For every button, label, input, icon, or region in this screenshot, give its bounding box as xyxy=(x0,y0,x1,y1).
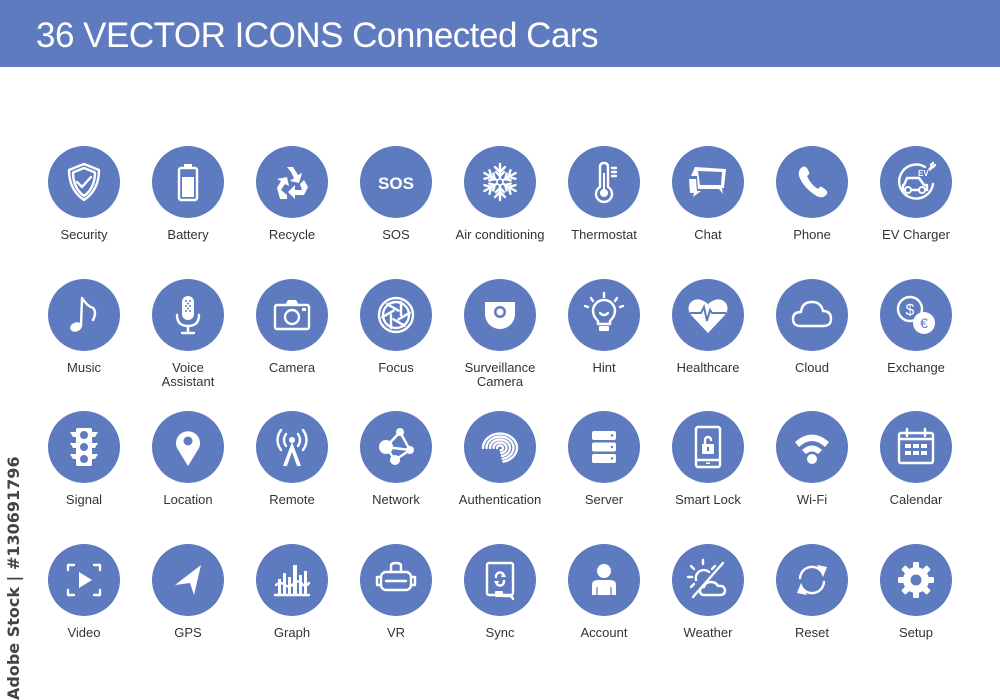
gear-icon xyxy=(880,544,952,616)
icon-tile-surveillance-camera: Surveillance Camera xyxy=(448,279,552,399)
icon-tile-recycle: Recycle xyxy=(240,146,344,266)
tablet-sync-icon xyxy=(464,544,536,616)
vr-headset-icon xyxy=(360,544,432,616)
phone-unlock-icon xyxy=(672,411,744,483)
icon-tile-exchange: $ € Exchange xyxy=(864,279,968,399)
icon-label: Exchange xyxy=(887,360,945,375)
icon-tile-ev-charger: EV EV Charger xyxy=(864,146,968,266)
camera-icon xyxy=(256,279,328,351)
icon-tile-hint: Hint xyxy=(552,279,656,399)
heart-pulse-icon xyxy=(672,279,744,351)
battery-icon xyxy=(152,146,224,218)
icon-tile-battery: Battery xyxy=(136,146,240,266)
map-pin-icon xyxy=(152,411,224,483)
shield-check-icon xyxy=(48,146,120,218)
icon-tile-thermostat: Thermostat xyxy=(552,146,656,266)
icon-tile-gps: GPS xyxy=(136,544,240,664)
lightbulb-icon xyxy=(568,279,640,351)
phone-handset-icon xyxy=(776,146,848,218)
icon-tile-air-conditioning: Air conditioning xyxy=(448,146,552,266)
music-note-icon xyxy=(48,279,120,351)
navigation-arrow-icon xyxy=(152,544,224,616)
icon-tile-smart-lock: Smart Lock xyxy=(656,411,760,531)
icon-tile-camera: Camera xyxy=(240,279,344,399)
icon-tile-signal: Signal xyxy=(32,411,136,531)
icon-tile-remote: Remote xyxy=(240,411,344,531)
user-icon xyxy=(568,544,640,616)
icon-tile-authentication: Authentication xyxy=(448,411,552,531)
server-stack-icon xyxy=(568,411,640,483)
icon-tile-setup: Setup xyxy=(864,544,968,664)
icon-grid: Security Battery Recycle SOS SOS Air conditio… xyxy=(0,0,1000,700)
bar-graph-icon xyxy=(256,544,328,616)
calendar-icon xyxy=(880,411,952,483)
icon-tile-security: Security xyxy=(32,146,136,266)
icon-tile-graph: Graph xyxy=(240,544,344,664)
recycle-icon xyxy=(256,146,328,218)
chat-bubbles-icon xyxy=(672,146,744,218)
network-nodes-icon xyxy=(360,411,432,483)
snowflake-icon xyxy=(464,146,536,218)
icon-tile-vr: VR xyxy=(344,544,448,664)
sos-icon: SOS xyxy=(360,146,432,218)
icon-tile-healthcare: Healthcare xyxy=(656,279,760,399)
icon-tile-music: Music xyxy=(32,279,136,399)
icon-tile-network: Network xyxy=(344,411,448,531)
icon-tile-calendar: Calendar xyxy=(864,411,968,531)
icon-tile-phone: Phone xyxy=(760,146,864,266)
icon-tile-sync: Sync xyxy=(448,544,552,664)
icon-tile-account: Account xyxy=(552,544,656,664)
dome-camera-icon xyxy=(464,279,536,351)
icon-tile-voice-assistant: Voice Assistant xyxy=(136,279,240,399)
video-play-icon xyxy=(48,544,120,616)
icon-tile-sos: SOS SOS xyxy=(344,146,448,266)
refresh-arrows-icon xyxy=(776,544,848,616)
currency-exchange-icon: $ € xyxy=(880,279,952,351)
icon-label: EV Charger xyxy=(882,227,950,242)
icon-tile-weather: Weather xyxy=(656,544,760,664)
traffic-light-icon xyxy=(48,411,120,483)
antenna-tower-icon xyxy=(256,411,328,483)
microphone-icon xyxy=(152,279,224,351)
icon-tile-reset: Reset xyxy=(760,544,864,664)
svg-text:$: $ xyxy=(906,302,915,319)
wifi-icon xyxy=(776,411,848,483)
svg-text:EV: EV xyxy=(918,169,929,178)
icon-tile-chat: Chat xyxy=(656,146,760,266)
icon-label: Calendar xyxy=(889,492,943,507)
icon-label: Setup xyxy=(899,625,933,640)
icon-tile-video: Video xyxy=(32,544,136,664)
svg-text:€: € xyxy=(920,315,928,331)
icon-tile-location: Location xyxy=(136,411,240,531)
icon-tile-wi-fi: Wi-Fi xyxy=(760,411,864,531)
aperture-icon xyxy=(360,279,432,351)
icon-tile-focus: Focus xyxy=(344,279,448,399)
weather-sun-cloud-icon xyxy=(672,544,744,616)
icon-tile-cloud: Cloud xyxy=(760,279,864,399)
fingerprint-icon xyxy=(464,411,536,483)
ev-charger-icon: EV xyxy=(880,146,952,218)
icon-tile-server: Server xyxy=(552,411,656,531)
thermometer-icon xyxy=(568,146,640,218)
svg-text:SOS: SOS xyxy=(378,174,414,193)
cloud-icon xyxy=(776,279,848,351)
